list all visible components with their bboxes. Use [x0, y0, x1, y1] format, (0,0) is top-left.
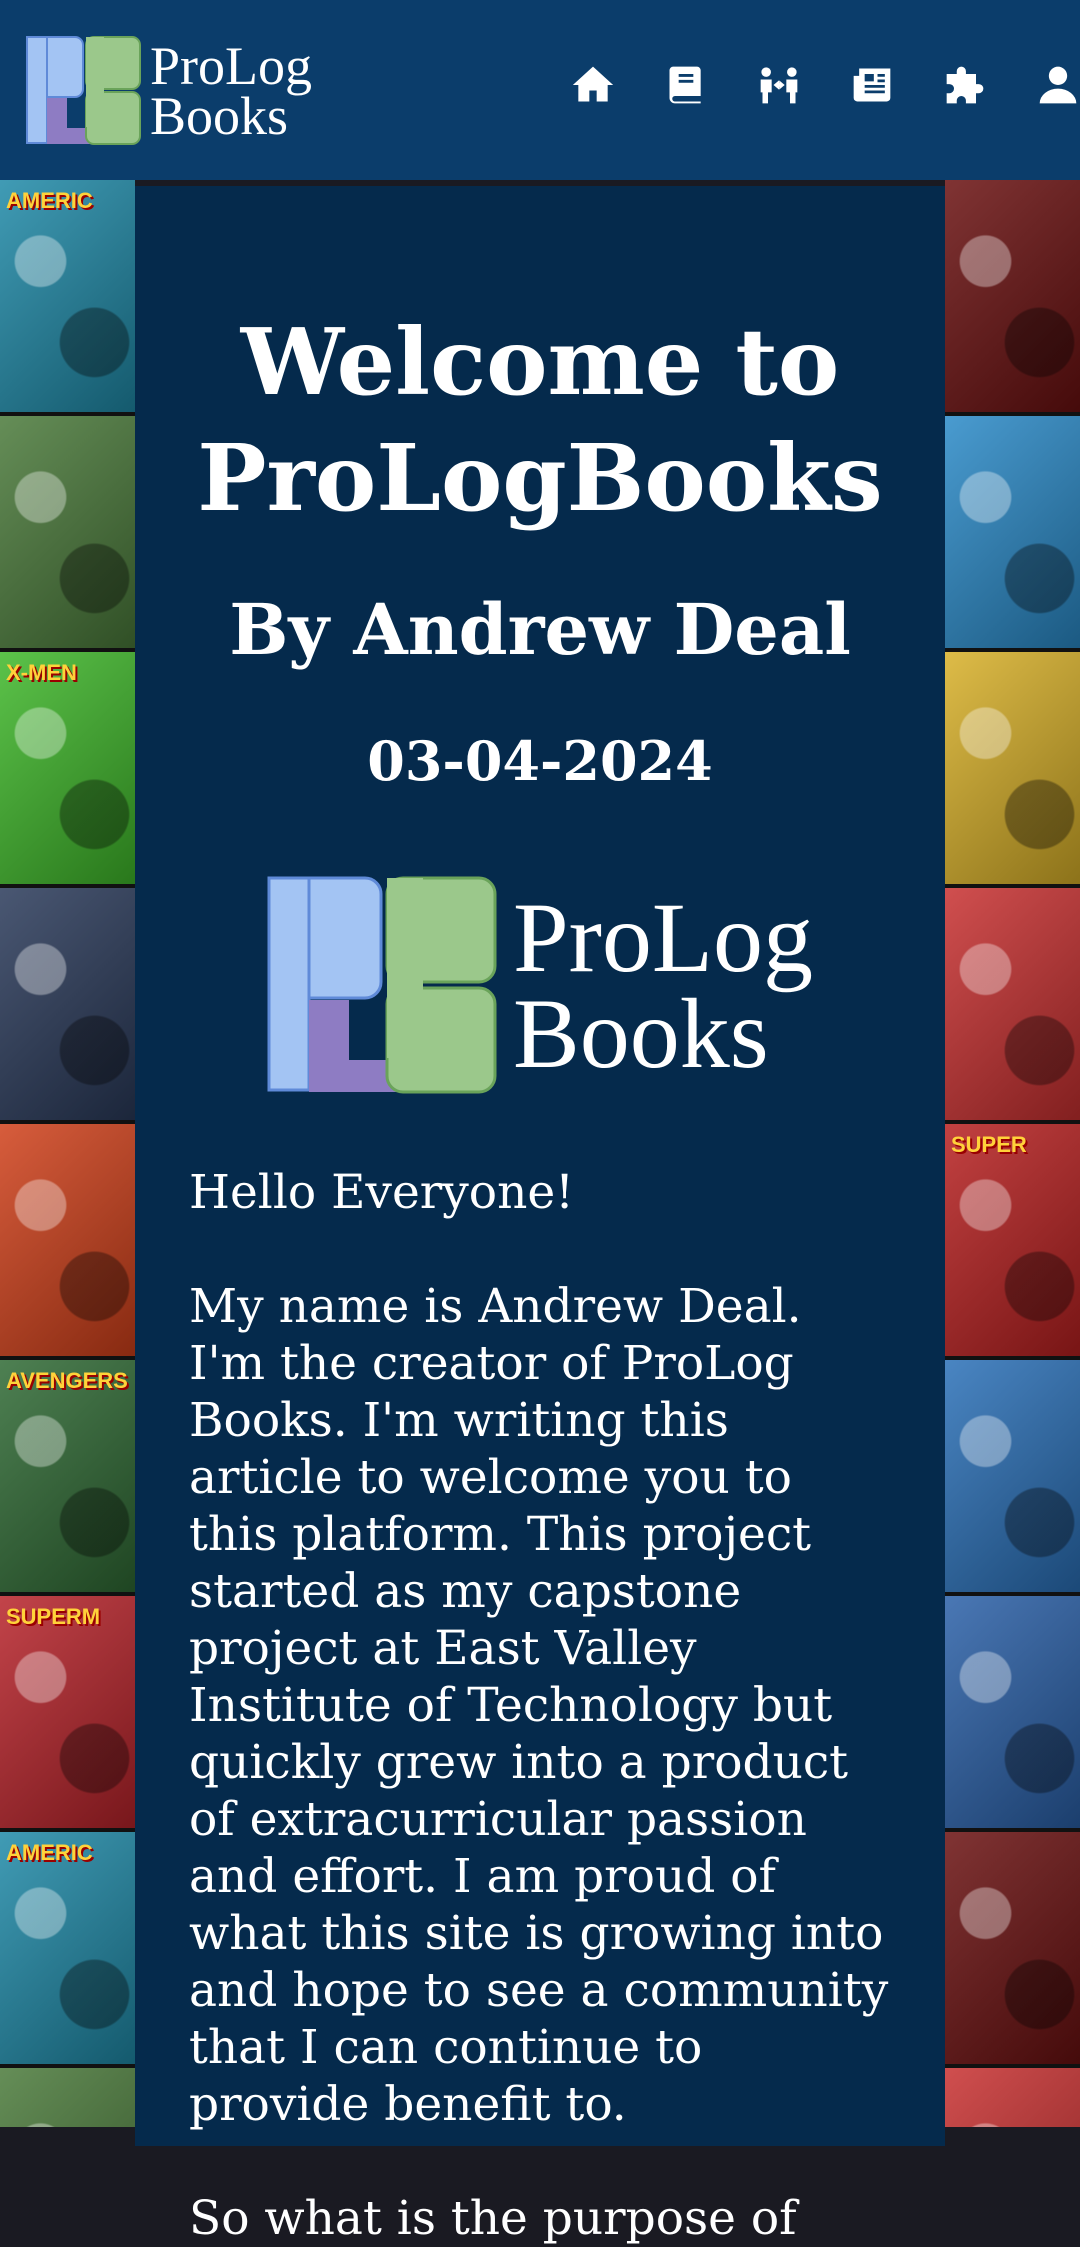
article-logo-wordmark: ProLog Books [513, 882, 813, 1089]
article-paragraph: So what is the purpose of [189, 2191, 797, 2246]
comic-cover: AVENGERS [0, 1360, 135, 1596]
article-paragraph: Hello Everyone! [189, 1165, 575, 1220]
comic-cover [0, 1124, 135, 1360]
article-date: 03-04-2024 [367, 729, 713, 793]
comic-cover: SUPERM [0, 1596, 135, 1832]
logo-line2: Books [150, 86, 289, 146]
comic-cover [0, 888, 135, 1124]
article-title: Welcome to ProLogBooks [197, 308, 883, 532]
newspaper-icon [853, 68, 891, 102]
comic-cover [945, 1832, 1080, 2068]
comic-cover [945, 180, 1080, 416]
logo-wordmark: ProLog Books [150, 36, 312, 146]
comic-cover [0, 416, 135, 652]
comic-cover: AMERIC [0, 180, 135, 416]
user-icon [1039, 66, 1077, 104]
nav-books[interactable] [663, 62, 709, 108]
article-logo: ProLog Books [135, 876, 945, 1096]
site-logo[interactable]: ProLog Books [26, 36, 312, 146]
plb-logo-icon [267, 876, 497, 1094]
comic-cover: SUPER [945, 1124, 1080, 1360]
comic-cover [0, 2068, 135, 2127]
puzzle-icon [946, 66, 984, 104]
main-nav [570, 62, 1080, 108]
logo-line1: ProLog [150, 36, 312, 96]
book-icon [669, 66, 701, 104]
nav-community[interactable] [756, 62, 802, 108]
site-header: ProLog Books [0, 0, 1080, 180]
nav-account[interactable] [1035, 62, 1080, 108]
comic-cover [945, 2068, 1080, 2127]
article-card: Welcome to ProLogBooks By Andrew Deal 03… [135, 186, 945, 2246]
comic-cover [945, 888, 1080, 1124]
comic-cover [945, 1596, 1080, 1832]
article-author: By Andrew Deal [229, 588, 851, 671]
collage-right-column: SUPER [945, 180, 1080, 2127]
comic-cover: X-MEN [0, 652, 135, 888]
logo-line1: ProLog [513, 882, 813, 993]
comic-cover: AMERIC [0, 1832, 135, 2068]
nav-news[interactable] [849, 62, 895, 108]
comic-cover [945, 416, 1080, 652]
collage-left-column: AMERIC X-MEN AVENGERS SUPERM AMERIC [0, 180, 135, 2127]
comic-cover [945, 652, 1080, 888]
community-icon [760, 67, 798, 104]
home-icon [572, 66, 614, 102]
logo-line2: Books [513, 978, 769, 1089]
plb-logo-icon [26, 36, 141, 145]
article-body: Hello Everyone! My name is Andrew Deal. … [189, 1164, 891, 2247]
comic-cover [945, 1360, 1080, 1596]
article-paragraph: My name is Andrew Deal. I'm the creator … [189, 1279, 889, 2132]
nav-home[interactable] [570, 62, 616, 108]
nav-puzzles[interactable] [942, 62, 988, 108]
